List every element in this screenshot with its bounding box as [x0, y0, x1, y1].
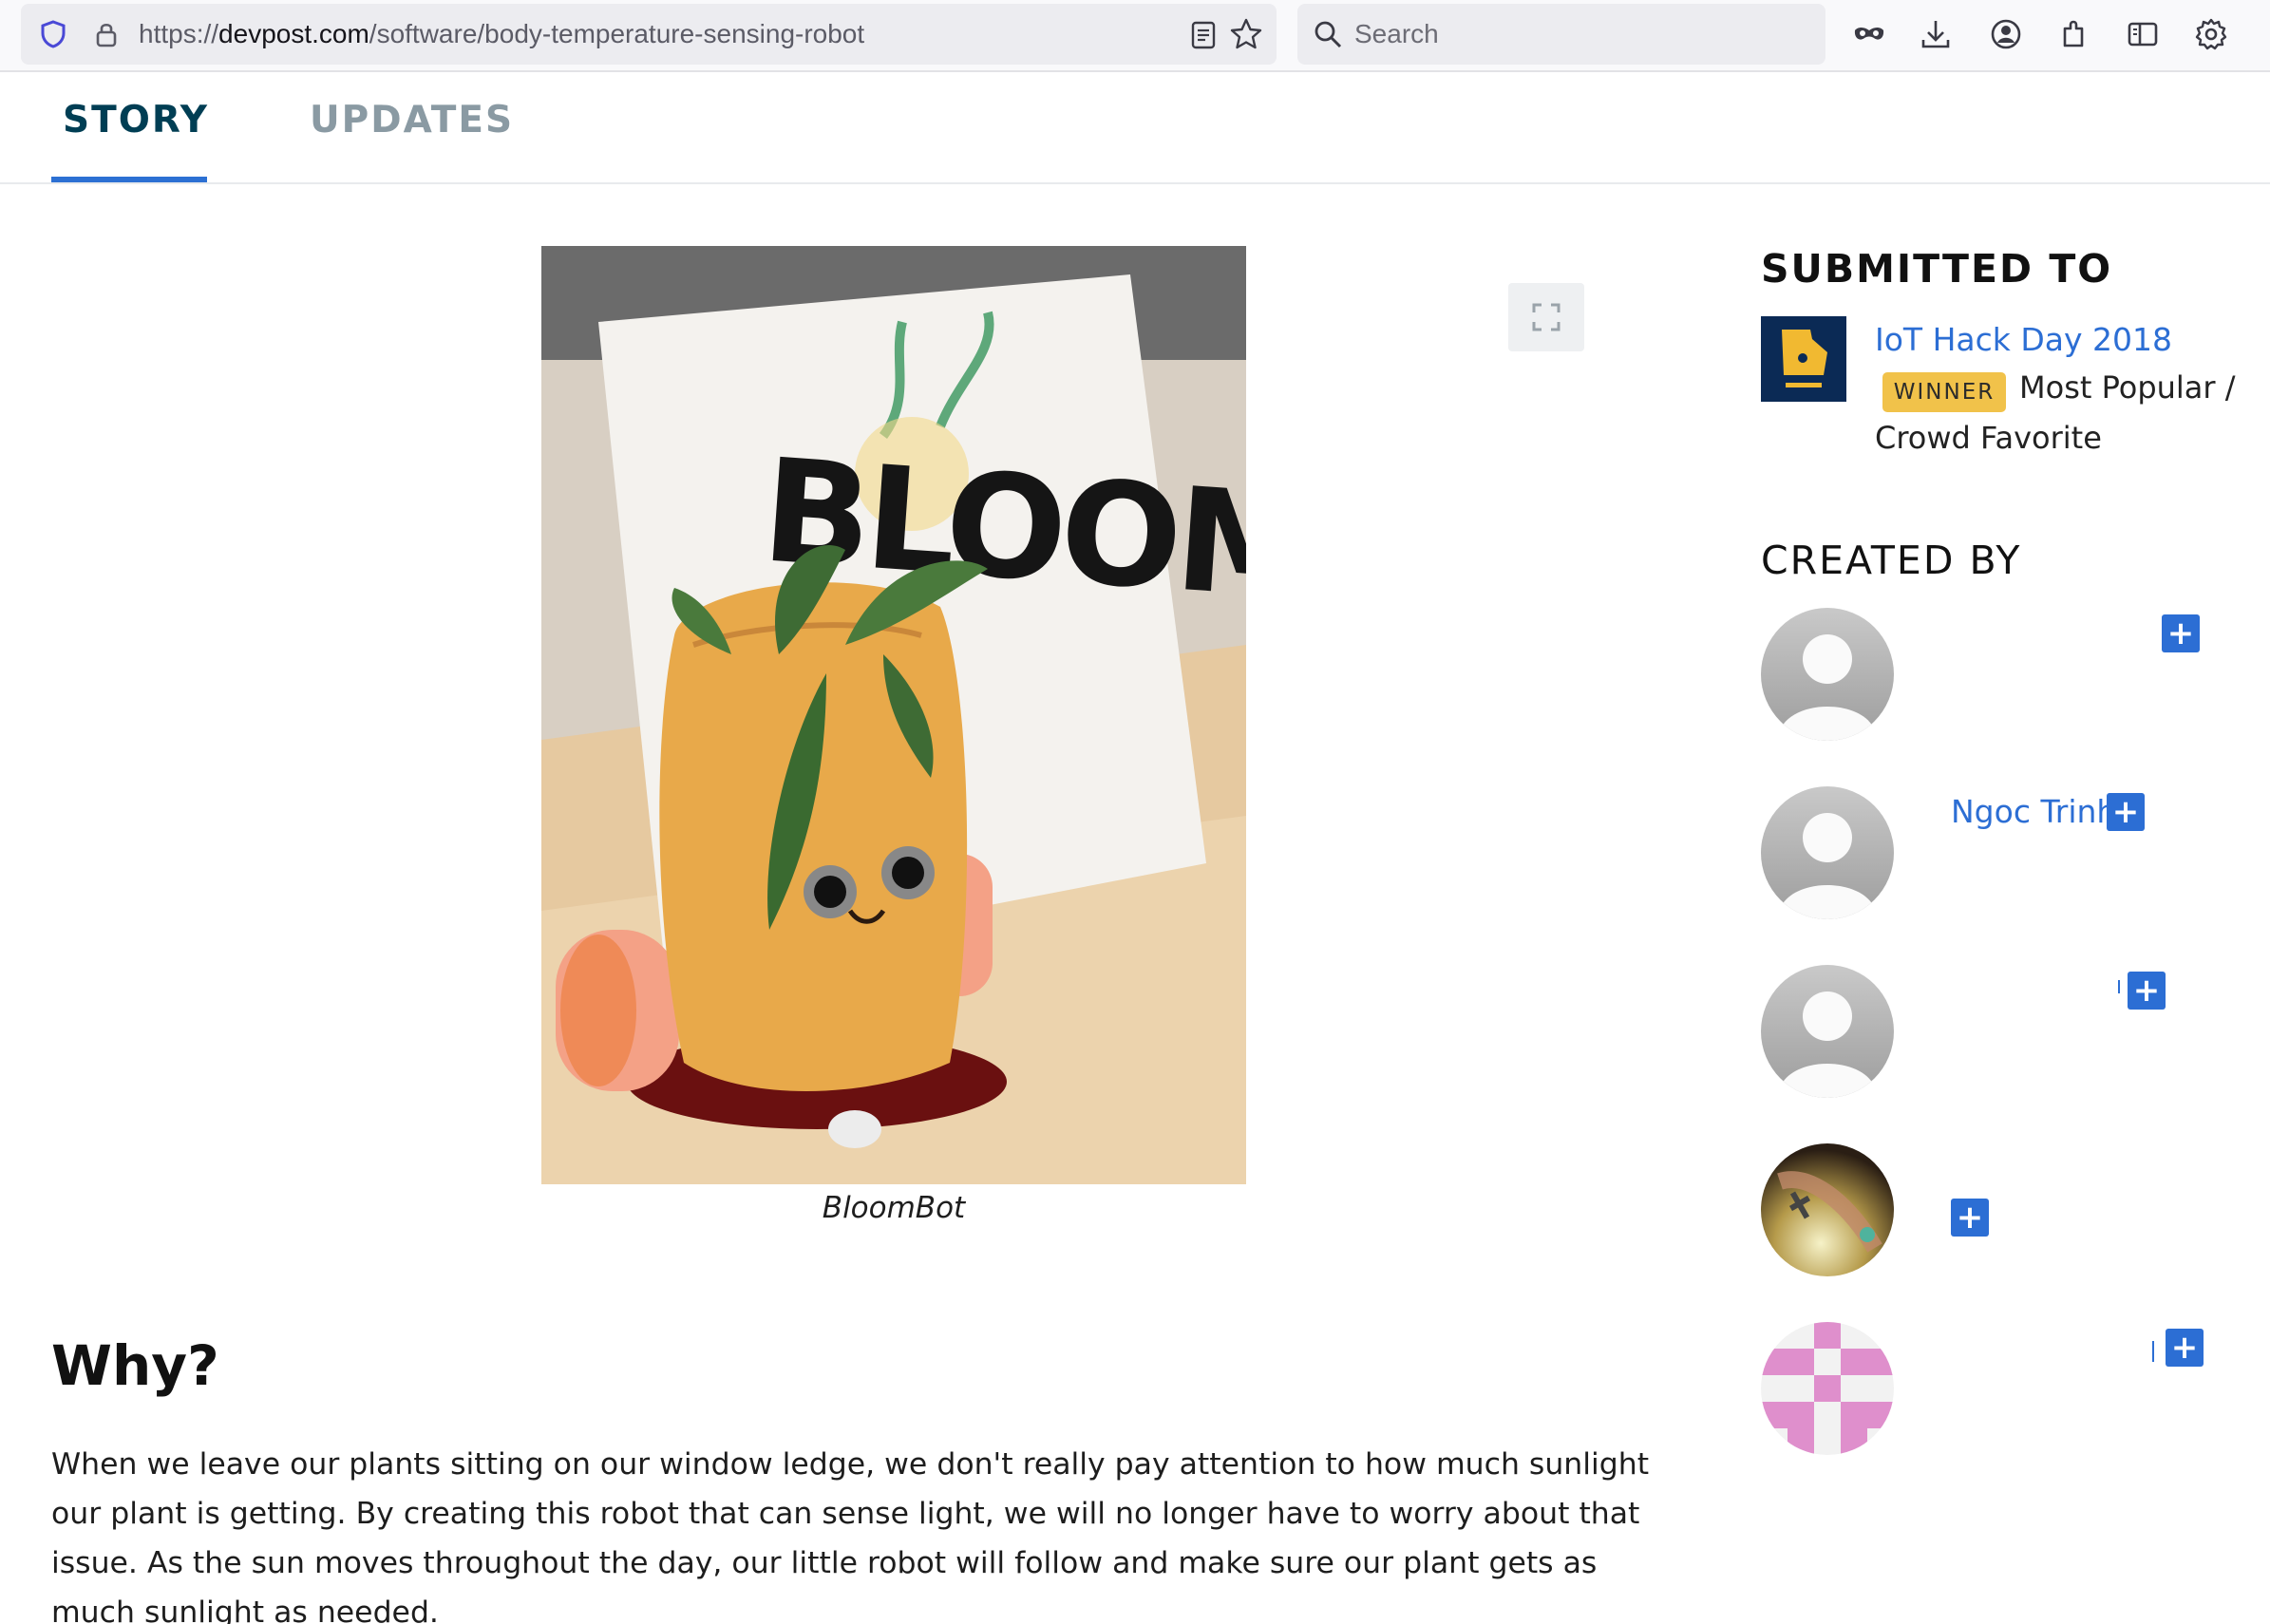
- tab-story[interactable]: STORY: [63, 99, 209, 142]
- follow-member-button[interactable]: +: [2166, 1329, 2204, 1367]
- member-avatar[interactable]: [1761, 965, 1894, 1098]
- shield-icon[interactable]: [38, 19, 68, 49]
- bloombot-photo: BLOOM BOT: [541, 246, 1246, 1184]
- bookmark-star-icon[interactable]: [1229, 17, 1263, 51]
- photo-avatar: [1761, 1143, 1894, 1276]
- default-avatar-icon: [1761, 608, 1894, 741]
- follow-member-button[interactable]: +: [2107, 793, 2145, 831]
- lock-icon[interactable]: [91, 19, 122, 49]
- winner-badge: WINNER: [1882, 372, 2006, 412]
- section-heading: Why?: [51, 1333, 219, 1398]
- active-tab-indicator: [51, 177, 207, 182]
- project-tabs: STORY UPDATES: [0, 74, 2270, 184]
- url-text[interactable]: https://devpost.com/software/body-temper…: [139, 19, 864, 49]
- search-placeholder: Search: [1354, 19, 1439, 48]
- prize-name-line1: Most Popular /: [2019, 369, 2236, 406]
- prize-name-line2: Crowd Favorite: [1875, 420, 2102, 456]
- url-path: /software/body-temperature-sensing-robot: [369, 19, 865, 48]
- extensions-puzzle-icon[interactable]: [2057, 17, 2091, 51]
- reader-view-icon[interactable]: [1189, 20, 1218, 50]
- member-avatar[interactable]: [1761, 786, 1894, 919]
- follow-member-button[interactable]: +: [2162, 614, 2200, 652]
- search-bar[interactable]: Search: [1297, 4, 1825, 65]
- settings-gear-icon[interactable]: [2194, 17, 2228, 51]
- download-icon[interactable]: [1919, 17, 1953, 51]
- tab-updates[interactable]: UPDATES: [310, 99, 514, 142]
- identicon-avatar: [1761, 1322, 1894, 1455]
- private-mask-icon[interactable]: [1852, 17, 1886, 51]
- url-prefix: https://: [139, 19, 219, 48]
- fullscreen-button[interactable]: [1508, 283, 1584, 351]
- address-bar[interactable]: https://devpost.com/software/body-temper…: [21, 4, 1277, 65]
- follow-member-button[interactable]: +: [1951, 1199, 1989, 1237]
- member-avatar[interactable]: [1761, 608, 1894, 741]
- hackathon-logo-image: [1761, 316, 1846, 402]
- member-avatar[interactable]: [1761, 1322, 1894, 1455]
- member-name-fragment: [2152, 1341, 2154, 1362]
- default-avatar-icon: [1761, 786, 1894, 919]
- search-icon: [1315, 21, 1342, 48]
- url-host: devpost.com: [218, 19, 369, 48]
- account-icon[interactable]: [1989, 17, 2023, 51]
- hackathon-logo[interactable]: [1761, 316, 1846, 402]
- follow-member-button[interactable]: +: [2128, 972, 2166, 1010]
- browser-toolbar: https://devpost.com/software/body-temper…: [0, 0, 2270, 72]
- member-name-link[interactable]: Ngoc Trinh: [1951, 793, 2116, 830]
- member-name-fragment: [2118, 980, 2120, 993]
- project-gallery-image[interactable]: BLOOM BOT: [541, 246, 1246, 1184]
- created-by-heading: CREATED BY: [1761, 538, 2022, 583]
- image-caption: BloomBot: [822, 1191, 966, 1225]
- hackathon-link[interactable]: IoT Hack Day 2018: [1875, 321, 2172, 358]
- member-avatar[interactable]: [1761, 1143, 1894, 1276]
- default-avatar-icon: [1761, 965, 1894, 1098]
- story-paragraph: When we leave our plants sitting on our …: [51, 1447, 1650, 1624]
- sidebar-toggle-icon[interactable]: [2126, 17, 2160, 51]
- submitted-to-heading: SUBMITTED TO: [1761, 246, 2113, 292]
- expand-icon: [1532, 303, 1561, 331]
